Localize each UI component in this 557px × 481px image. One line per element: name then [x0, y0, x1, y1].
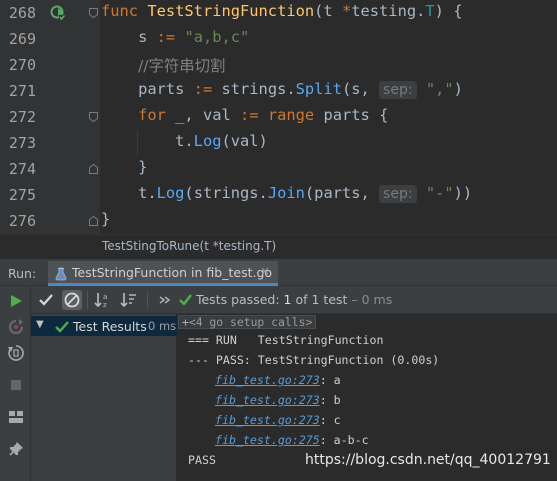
- code-text: func TestStringFunction(t *testing.T) {: [101, 2, 463, 20]
- pin-icon[interactable]: [7, 440, 25, 458]
- console-line: === RUN TestStringFunction: [188, 333, 384, 347]
- code-text: }: [101, 158, 148, 176]
- breadcrumb[interactable]: TestStingToRune(t *testing.T): [0, 234, 557, 258]
- passed-check-icon: [55, 318, 69, 337]
- console-line: fib_test.go:273: a: [215, 373, 341, 387]
- console-line: PASS: [188, 453, 216, 467]
- line-number[interactable]: 274: [0, 160, 36, 178]
- line-number[interactable]: 269: [0, 30, 36, 48]
- code-line[interactable]: 269 s := "a,b,c": [0, 26, 557, 52]
- parameter-hint: sep:: [379, 81, 417, 99]
- code-editor[interactable]: 268 func TestStringFunction(t *testing.T)…: [0, 0, 557, 234]
- layout-icon[interactable]: [7, 408, 25, 426]
- status-middle: of 1 test: [295, 292, 348, 307]
- expand-arrow-icon[interactable]: ▼: [36, 319, 44, 330]
- rerun-icon[interactable]: [7, 292, 25, 310]
- line-number[interactable]: 275: [0, 186, 36, 204]
- fold-marker-icon[interactable]: [89, 8, 98, 18]
- code-text: //字符串切割: [138, 57, 226, 75]
- sort-alphabetically-icon[interactable]: az: [93, 290, 113, 310]
- code-text: for _, val := range parts {: [138, 106, 389, 124]
- log-output: : a: [319, 373, 341, 387]
- go-test-icon: [54, 266, 68, 285]
- fold-marker-icon[interactable]: [89, 164, 98, 174]
- line-number[interactable]: 276: [0, 212, 36, 230]
- toolbar-separator: [147, 291, 148, 309]
- run-tool-window-header: Run: TestStringFunction in fib_test.go ×: [0, 258, 557, 286]
- console-line: fib_test.go:275: a-b-c: [215, 433, 369, 447]
- tree-row-test-results[interactable]: ▼ Test Results 0 ms: [31, 316, 177, 336]
- code-text: t.Log(val): [101, 132, 268, 150]
- toolbar-separator: [87, 291, 88, 309]
- code-line[interactable]: 268 func TestStringFunction(t *testing.T)…: [0, 0, 557, 26]
- code-text: s := "a,b,c": [101, 28, 250, 46]
- line-number[interactable]: 273: [0, 134, 36, 152]
- status-prefix: Tests passed:: [195, 292, 280, 307]
- run-label: Run:: [8, 266, 37, 281]
- line-number[interactable]: 268: [0, 4, 36, 22]
- source-link[interactable]: fib_test.go:273: [215, 373, 320, 387]
- show-passed-icon[interactable]: [36, 290, 56, 310]
- close-tab-icon[interactable]: ×: [260, 264, 270, 278]
- code-line[interactable]: 276}: [0, 208, 557, 234]
- line-number[interactable]: 271: [0, 82, 36, 100]
- console-line: --- PASS: TestStringFunction (0.00s): [188, 353, 440, 367]
- svg-text:z: z: [103, 301, 107, 309]
- code-text: parts := strings.Split(s, sep: ","): [101, 80, 463, 99]
- test-status: Tests passed: 1 of 1 test – 0 ms: [179, 292, 392, 307]
- status-count: 1: [283, 292, 292, 307]
- tree-row-label: Test Results: [73, 319, 147, 334]
- log-output: : b: [319, 393, 341, 407]
- toggle-auto-test-icon[interactable]: [7, 344, 25, 362]
- test-tree: ▼ Test Results 0 ms: [31, 314, 177, 481]
- source-link[interactable]: fib_test.go:273: [215, 413, 320, 427]
- log-output: : c: [319, 413, 341, 427]
- breadcrumb-function[interactable]: TestStingToRune(t *testing.T): [102, 239, 276, 253]
- watermark-text: https://blog.csdn.net/qq_40012791: [305, 452, 551, 468]
- rerun-failed-icon[interactable]: [7, 318, 25, 336]
- code-text: }: [101, 210, 111, 228]
- source-link[interactable]: fib_test.go:275: [215, 433, 320, 447]
- code-line[interactable]: 273 t.Log(val): [0, 130, 557, 156]
- code-text: t.Log(strings.Join(parts, sep: "-")): [101, 184, 473, 203]
- code-line[interactable]: 270 //字符串切割: [0, 52, 557, 78]
- indent-guide: [137, 130, 138, 156]
- run-config-tab[interactable]: TestStringFunction in fib_test.go ×: [48, 261, 278, 286]
- expand-more-icon[interactable]: [155, 290, 175, 310]
- line-number[interactable]: 272: [0, 108, 36, 126]
- fold-marker-icon[interactable]: [89, 216, 98, 226]
- check-icon: [179, 294, 192, 306]
- status-time: – 0 ms: [351, 292, 393, 307]
- parameter-hint: sep:: [379, 185, 417, 203]
- console-line: fib_test.go:273: b: [215, 393, 341, 407]
- expand-plus-icon[interactable]: +: [182, 315, 189, 329]
- line-number[interactable]: 270: [0, 56, 36, 74]
- run-tab-label: TestStringFunction in fib_test.go: [72, 265, 273, 280]
- log-output: : a-b-c: [319, 433, 369, 447]
- setup-calls-fold[interactable]: +<4 go setup calls>: [178, 315, 317, 329]
- fold-marker-icon[interactable]: [89, 112, 98, 122]
- sort-by-duration-icon[interactable]: [119, 290, 139, 310]
- setup-calls-label: <4 go setup calls>: [188, 315, 313, 329]
- svg-text:a: a: [103, 293, 107, 301]
- tree-row-time: 0 ms: [148, 319, 177, 333]
- console-line: fib_test.go:273: c: [215, 413, 341, 427]
- run-left-toolbar: [0, 286, 31, 481]
- code-line[interactable]: 274 }: [0, 156, 557, 182]
- source-link[interactable]: fib_test.go:273: [215, 393, 320, 407]
- code-line[interactable]: 275 t.Log(strings.Join(parts, sep: "-")): [0, 182, 557, 208]
- test-toolbar: az Tests passed: 1 of 1 test – 0 ms: [31, 286, 557, 314]
- code-line[interactable]: 272 for _, val := range parts {: [0, 104, 557, 130]
- run-test-gutter-icon[interactable]: [50, 5, 66, 21]
- show-ignored-icon[interactable]: [62, 290, 82, 310]
- stop-icon[interactable]: [7, 376, 25, 394]
- code-line[interactable]: 271 parts := strings.Split(s, sep: ","): [0, 78, 557, 104]
